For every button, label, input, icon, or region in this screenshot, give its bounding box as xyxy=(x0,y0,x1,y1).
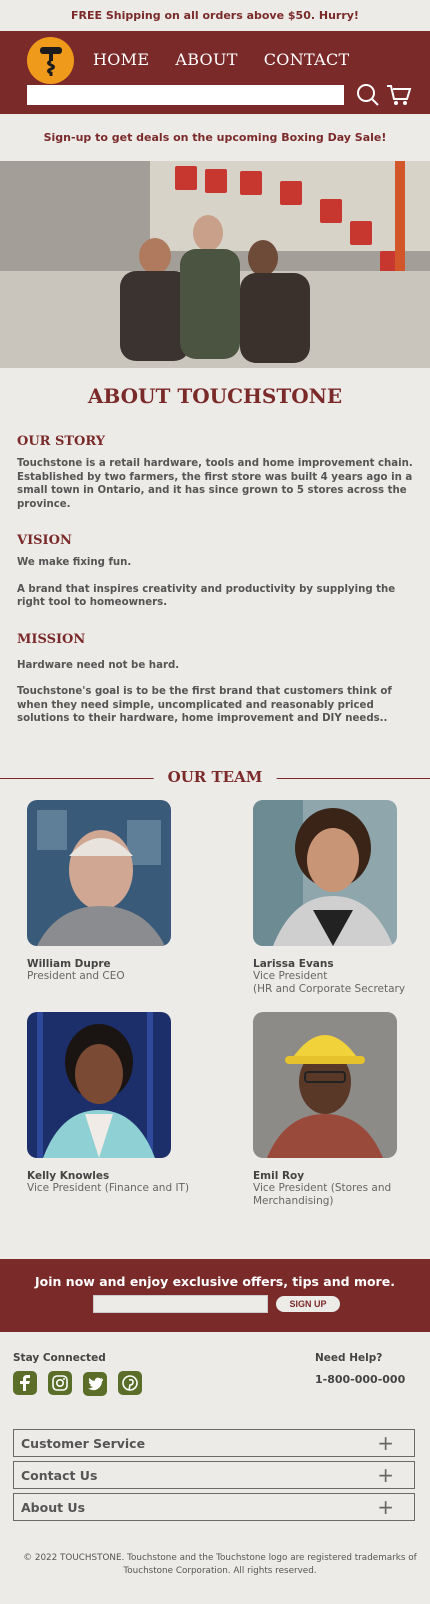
member-name: Larissa Evans xyxy=(253,958,334,970)
vision-heading: VISION xyxy=(17,533,72,548)
plus-icon: + xyxy=(377,1495,394,1519)
photo-william xyxy=(27,800,171,946)
photo-kelly xyxy=(27,1012,171,1158)
member-name: William Dupre xyxy=(27,958,111,970)
member-role: President and CEO xyxy=(27,970,125,982)
search-icon[interactable] xyxy=(356,83,380,107)
page-title: ABOUT TOUCHSTONE xyxy=(87,384,343,408)
main-nav: HOME ABOUT CONTACT xyxy=(93,50,375,69)
announcement-bar: FREE Shipping on all orders above $50. H… xyxy=(71,9,359,22)
copyright-text: © 2022 TOUCHSTONE. Touchstone and the To… xyxy=(23,1553,417,1576)
accordion-contact-us[interactable]: Contact Us + xyxy=(13,1461,415,1489)
newsletter-text: Join now and enjoy exclusive offers, tip… xyxy=(35,1274,395,1289)
member-role: Vice President (HR and Corporate Secreta… xyxy=(253,970,406,995)
story-heading: OUR STORY xyxy=(17,434,106,449)
instagram-icon[interactable] xyxy=(48,1371,73,1395)
member-name: Emil Roy xyxy=(253,1170,305,1182)
pinterest-icon[interactable] xyxy=(118,1371,143,1395)
accordion-label: Customer Service xyxy=(21,1435,146,1451)
signup-button[interactable]: SIGN UP xyxy=(276,1296,340,1312)
photo-larissa xyxy=(253,800,397,946)
phone-number[interactable]: 1-800-000-000 xyxy=(315,1373,405,1386)
need-help-label: Need Help? xyxy=(315,1352,383,1364)
team-member-william: William Dupre President and CEO xyxy=(27,800,207,983)
team-member-kelly: Kelly Knowles Vice President (Finance an… xyxy=(27,1012,207,1195)
our-story-section: OUR STORY Touchstone is a retail hardwar… xyxy=(0,434,430,511)
member-role: Vice President (Finance and IT) xyxy=(27,1182,190,1194)
nav-home[interactable]: HOME xyxy=(93,50,149,69)
team-member-larissa: Larissa Evans Vice President (HR and Cor… xyxy=(253,800,430,996)
twitter-icon[interactable] xyxy=(83,1372,108,1396)
newsletter-email-input[interactable] xyxy=(93,1295,268,1313)
social-icons xyxy=(13,1371,148,1396)
promo-banner[interactable]: Sign-up to get deals on the upcoming Box… xyxy=(0,114,430,161)
hero-image xyxy=(0,161,430,368)
touchstone-logo[interactable] xyxy=(27,37,74,84)
newsletter-band: Join now and enjoy exclusive offers, tip… xyxy=(0,1259,430,1332)
accordion-about-us[interactable]: About Us + xyxy=(13,1493,415,1521)
member-role: Vice President (Stores and Merchandising… xyxy=(253,1182,392,1207)
accordion-label: About Us xyxy=(21,1499,86,1515)
site-header: HOME ABOUT CONTACT xyxy=(0,31,430,114)
member-name: Kelly Knowles xyxy=(27,1170,110,1182)
plus-icon: + xyxy=(377,1431,394,1455)
team-heading: OUR TEAM xyxy=(153,767,277,786)
photo-emil xyxy=(253,1012,397,1158)
mission-text-1: Hardware need not be hard. xyxy=(17,659,180,671)
vision-text-2: A brand that inspires creativity and pro… xyxy=(17,583,396,609)
corkscrew-icon xyxy=(39,46,62,76)
vision-text-1: We make fixing fun. xyxy=(17,557,132,568)
mission-section: MISSION Hardware need not be hard. Touch… xyxy=(0,632,430,726)
mission-heading: MISSION xyxy=(17,631,86,647)
mission-text-2: Touchstone's goal is to be the first bra… xyxy=(17,686,392,724)
team-member-emil: Emil Roy Vice President (Stores and Merc… xyxy=(253,1012,430,1208)
story-text: Touchstone is a retail hardware, tools a… xyxy=(17,458,413,510)
plus-icon: + xyxy=(377,1463,394,1487)
team-divider: OUR TEAM xyxy=(0,767,430,788)
facebook-icon[interactable] xyxy=(13,1371,37,1395)
stay-connected-label: Stay Connected xyxy=(13,1352,106,1364)
cart-icon[interactable] xyxy=(386,83,412,107)
accordion-customer-service[interactable]: Customer Service + xyxy=(13,1429,415,1457)
nav-about[interactable]: ABOUT xyxy=(175,50,237,69)
nav-contact[interactable]: CONTACT xyxy=(264,50,350,69)
search-input[interactable] xyxy=(27,85,344,105)
vision-section: VISION We make fixing fun. A brand that … xyxy=(0,533,430,610)
accordion-label: Contact Us xyxy=(21,1467,98,1483)
